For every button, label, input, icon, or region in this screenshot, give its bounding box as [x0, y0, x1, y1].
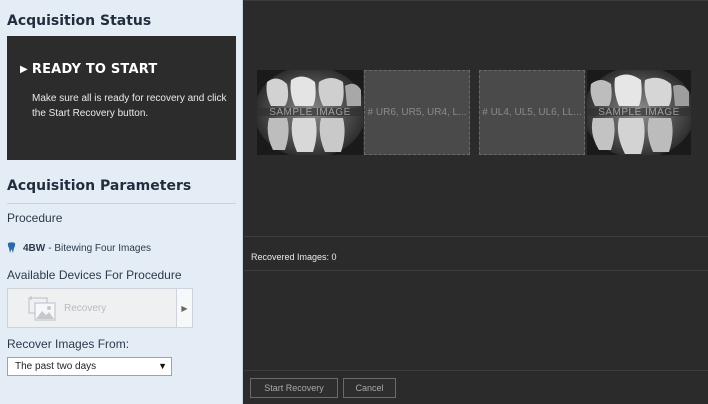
acquisition-window: Acquisition Status ▶ READY TO START Make … — [0, 0, 708, 404]
slot-2-teeth: # UR6, UR5, UR4, L... — [367, 107, 467, 118]
image-slot-4[interactable]: SAMPLE IMAGE — [587, 70, 691, 155]
acquisition-status-title: Acquisition Status — [7, 13, 152, 29]
procedure-description: - Bitewing Four Images — [48, 242, 152, 254]
separator — [244, 270, 708, 271]
tooth-icon — [7, 242, 16, 253]
recover-range-select[interactable]: The past two days ▼ — [7, 357, 172, 376]
status-box: ▶ READY TO START Make sure all is ready f… — [7, 36, 236, 160]
image-slot-3[interactable]: # UL4, UL5, UL6, LL... — [479, 70, 585, 155]
image-area: SAMPLE IMAGE # UR6, UR5, UR4, L... # UL4… — [244, 0, 708, 404]
status-message: Make sure all is ready for recovery and … — [32, 93, 227, 119]
recovery-device-main[interactable]: Recovery — [8, 289, 176, 327]
slot-3-teeth: # UL4, UL5, UL6, LL... — [482, 107, 582, 118]
left-panel: Acquisition Status ▶ READY TO START Make … — [0, 0, 243, 404]
sample-image-watermark: SAMPLE IMAGE — [598, 107, 680, 118]
recover-range-value: The past two days — [15, 361, 97, 372]
top-border — [244, 0, 708, 1]
image-slot-2[interactable]: # UR6, UR5, UR4, L... — [364, 70, 470, 155]
cancel-button[interactable]: Cancel — [343, 378, 396, 398]
divider — [7, 203, 236, 204]
acquisition-parameters-title: Acquisition Parameters — [7, 178, 192, 194]
recover-images-from-label: Recover Images From: — [7, 337, 130, 351]
available-devices-label: Available Devices For Procedure — [7, 268, 182, 282]
recovered-images-count: Recovered Images: 0 — [251, 252, 337, 262]
sample-image-watermark: SAMPLE IMAGE — [269, 107, 351, 118]
recovery-device-tile[interactable]: Recovery ▶ — [7, 288, 193, 328]
start-recovery-button[interactable]: Start Recovery — [250, 378, 338, 398]
play-arrow-icon: ▶ — [20, 64, 28, 75]
status-heading: ▶ READY TO START — [20, 62, 157, 77]
device-expand-arrow[interactable]: ▶ — [176, 289, 192, 327]
status-heading-text: READY TO START — [31, 62, 158, 77]
procedure-label: Procedure — [7, 211, 63, 225]
image-slot-1[interactable]: SAMPLE IMAGE — [257, 70, 363, 155]
device-name: Recovery — [64, 303, 107, 314]
procedure-code: 4BW — [23, 242, 46, 254]
separator — [244, 370, 708, 371]
separator — [244, 236, 708, 237]
dropdown-arrow-icon: ▼ — [158, 361, 167, 371]
image-recovery-icon — [28, 296, 56, 321]
procedure-item: 4BW - Bitewing Four Images — [7, 240, 151, 256]
